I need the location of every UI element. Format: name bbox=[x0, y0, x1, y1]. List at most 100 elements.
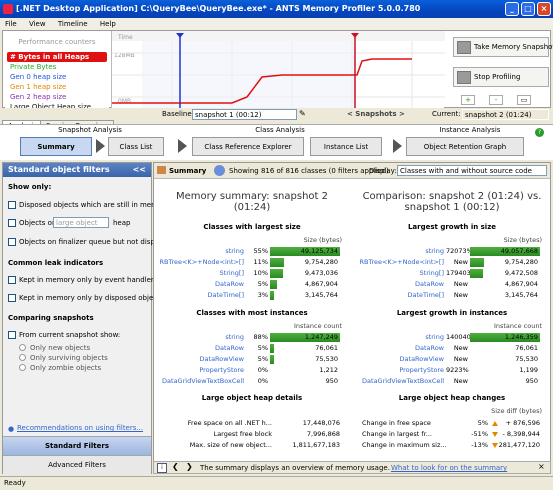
class-name[interactable]: DataRow bbox=[415, 280, 444, 288]
value-bar-fill bbox=[470, 269, 484, 278]
class-row[interactable]: DataRow New 76,061 bbox=[362, 344, 542, 354]
class-row[interactable]: DataRow 5% 76,061 bbox=[162, 344, 342, 354]
class-name[interactable]: DataGridViewTextBoxCell bbox=[362, 377, 444, 385]
class-row[interactable]: DataRow 5% 4,867,904 bbox=[162, 280, 342, 290]
class-row[interactable]: string 140040% 1,246,359 bbox=[362, 333, 542, 343]
disposed-only-checkbox[interactable] bbox=[8, 294, 16, 302]
object-retention-graph-button[interactable]: Object Retention Graph bbox=[406, 137, 524, 156]
only-zombie-radio[interactable] bbox=[19, 364, 26, 371]
class-row[interactable]: DateTime[] 3% 3,145,764 bbox=[162, 291, 342, 301]
class-row[interactable]: String[] 1794035% 9,472,508 bbox=[362, 269, 542, 279]
instance-list-button[interactable]: Instance List bbox=[310, 137, 382, 156]
heap-select[interactable]: large object bbox=[53, 217, 109, 228]
loh-change-label: Change in largest fr... bbox=[362, 430, 432, 438]
pencil-icon[interactable]: ✎ bbox=[299, 109, 306, 118]
class-name[interactable]: string bbox=[225, 247, 244, 255]
counter-gen2[interactable]: Gen 2 heap size bbox=[7, 92, 107, 102]
summary-toolbar: Summary Showing 816 of 816 classes (0 fi… bbox=[154, 163, 550, 179]
class-row[interactable]: DataGridViewTextBoxCell 0% 950 bbox=[162, 377, 342, 387]
counter-private-bytes[interactable]: Private Bytes bbox=[7, 62, 107, 72]
minimize-button[interactable]: _ bbox=[505, 2, 519, 16]
collapse-icon[interactable]: << bbox=[133, 165, 146, 174]
counter-bytes-all-heaps[interactable]: # Bytes in all Heaps bbox=[7, 52, 107, 62]
next-hint-icon[interactable]: ❯ bbox=[186, 462, 193, 471]
take-snapshot-button[interactable]: Take Memory Snapshot bbox=[453, 37, 553, 57]
menu-timeline[interactable]: Timeline bbox=[58, 20, 88, 28]
only-surviving-radio[interactable] bbox=[19, 354, 26, 361]
prev-hint-icon[interactable]: ❮ bbox=[172, 462, 179, 471]
class-row[interactable]: RBTree<K>+Node<int>[] New 9,754,280 bbox=[359, 258, 542, 268]
class-row[interactable]: DataGridViewTextBoxCell New 950 bbox=[362, 377, 542, 387]
disposed-checkbox[interactable] bbox=[8, 201, 16, 209]
filters-title: Standard object filters bbox=[8, 165, 110, 174]
menu-view[interactable]: View bbox=[29, 20, 46, 28]
stop-profiling-button[interactable]: Stop Profiling bbox=[453, 67, 549, 87]
class-row[interactable]: PropertyStore 0% 1,212 bbox=[162, 366, 342, 376]
close-hint-icon[interactable]: × bbox=[538, 462, 545, 471]
class-row[interactable]: RBTree<K>+Node<int>[] 11% 9,754,280 bbox=[159, 258, 342, 268]
class-row[interactable]: String[] 10% 9,473,036 bbox=[162, 269, 342, 279]
class-name[interactable]: DataRow bbox=[215, 344, 244, 352]
class-name[interactable]: string bbox=[425, 333, 444, 341]
maximize-button[interactable]: □ bbox=[521, 2, 535, 16]
class-name[interactable]: RBTree<K>+Node<int>[] bbox=[159, 258, 244, 266]
class-name[interactable]: String[] bbox=[420, 269, 444, 277]
advanced-filters-button[interactable]: Advanced Filters bbox=[3, 455, 151, 474]
arrow-icon bbox=[96, 139, 105, 153]
current-snapshot[interactable]: snapshot 2 (01:24) bbox=[462, 109, 549, 120]
class-name[interactable]: DataRowView bbox=[200, 355, 244, 363]
counter-gen1[interactable]: Gen 1 heap size bbox=[7, 82, 107, 92]
class-percent: 0% bbox=[257, 377, 268, 385]
close-button[interactable]: × bbox=[537, 2, 551, 16]
class-value: 75,530 bbox=[315, 355, 338, 363]
zoom-out-icon[interactable]: - bbox=[489, 95, 503, 105]
class-row[interactable]: DateTime[] New 3,145,764 bbox=[362, 291, 542, 301]
baseline-select[interactable]: snapshot 1 (00:12) bbox=[192, 109, 297, 120]
class-name[interactable]: DateTime[] bbox=[207, 291, 244, 299]
class-row[interactable]: string 72073% 49,057,668 bbox=[362, 247, 542, 257]
class-name[interactable]: DataRowView bbox=[400, 355, 444, 363]
class-percent: 5% bbox=[257, 355, 268, 363]
class-name[interactable]: DataRow bbox=[415, 344, 444, 352]
objects-on-checkbox[interactable] bbox=[8, 219, 16, 227]
class-name[interactable]: string bbox=[225, 333, 244, 341]
menu-help[interactable]: Help bbox=[100, 20, 116, 28]
class-name[interactable]: DateTime[] bbox=[407, 291, 444, 299]
class-percent: 72073% bbox=[446, 247, 473, 255]
class-name[interactable]: String[] bbox=[220, 269, 244, 277]
value-bar: 9,754,280 bbox=[270, 258, 340, 267]
menu-file[interactable]: File bbox=[5, 20, 17, 28]
zoom-in-icon[interactable]: + bbox=[461, 95, 475, 105]
finalizer-checkbox[interactable] bbox=[8, 238, 16, 246]
bullet-icon: ● bbox=[8, 425, 15, 433]
class-name[interactable]: DataGridViewTextBoxCell bbox=[162, 377, 244, 385]
class-row[interactable]: string 88% 1,247,249 bbox=[162, 333, 342, 343]
counter-gen0[interactable]: Gen 0 heap size bbox=[7, 72, 107, 82]
class-row[interactable]: string 55% 49,125,734 bbox=[162, 247, 342, 257]
hint-link[interactable]: What to look for on the summary bbox=[391, 464, 507, 472]
class-list-button[interactable]: Class List bbox=[108, 137, 164, 156]
class-row[interactable]: DataRowView New 75,530 bbox=[362, 355, 542, 365]
timeline-chart[interactable]: Time 128MB 0MB bbox=[111, 31, 445, 108]
help-icon[interactable]: ? bbox=[535, 128, 544, 137]
class-row[interactable]: DataRowView 5% 75,530 bbox=[162, 355, 342, 365]
only-new-radio[interactable] bbox=[19, 344, 26, 351]
summary-button[interactable]: Summary bbox=[20, 137, 92, 156]
display-select[interactable]: Classes with and without source code bbox=[397, 165, 547, 176]
class-reference-explorer-button[interactable]: Class Reference Explorer bbox=[192, 137, 304, 156]
snapshots-nav[interactable]: < Snapshots > bbox=[347, 110, 405, 118]
class-row[interactable]: PropertyStore 9223% 1,199 bbox=[362, 366, 542, 376]
from-current-checkbox[interactable] bbox=[8, 331, 16, 339]
class-name[interactable]: string bbox=[425, 247, 444, 255]
zoom-fit-icon[interactable]: ▭ bbox=[517, 95, 531, 105]
class-name[interactable]: PropertyStore bbox=[399, 366, 444, 374]
class-percent: 88% bbox=[253, 333, 268, 341]
growth-instances-title: Largest growth in instances bbox=[396, 309, 508, 317]
class-name[interactable]: RBTree<K>+Node<int>[] bbox=[359, 258, 444, 266]
recommendations-link[interactable]: Recommendations on using filters... bbox=[17, 424, 143, 432]
class-name[interactable]: PropertyStore bbox=[199, 366, 244, 374]
class-row[interactable]: DataRow New 4,867,904 bbox=[362, 280, 542, 290]
standard-filters-button[interactable]: Standard Filters bbox=[3, 436, 151, 455]
class-name[interactable]: DataRow bbox=[215, 280, 244, 288]
event-handlers-checkbox[interactable] bbox=[8, 276, 16, 284]
